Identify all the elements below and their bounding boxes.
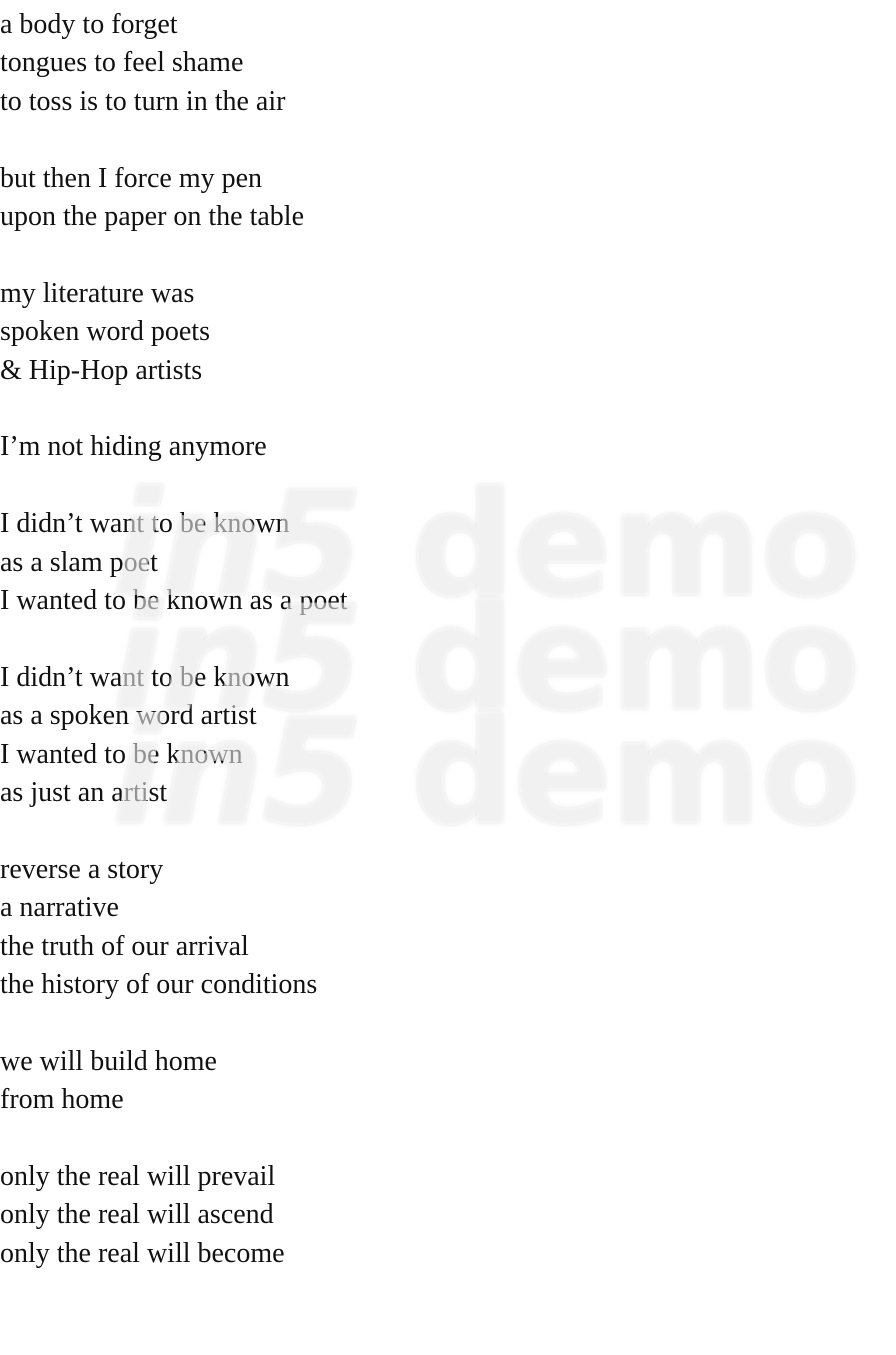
- poem-line: but then I force my pen: [0, 162, 263, 194]
- poem-line: I wanted to be known: [0, 738, 243, 770]
- poem-line: to toss is to turn in the air: [0, 85, 286, 117]
- poem-line: as just an artist: [0, 777, 168, 809]
- poem-line: we will build home: [0, 1045, 217, 1077]
- poem-line: I didn’t want to be known: [0, 508, 290, 540]
- watermark-word: demo: [410, 460, 860, 630]
- poem-line: I didn’t want to be known: [0, 661, 290, 693]
- poem-line: the truth of our arrival: [0, 930, 249, 962]
- poem-line: tongues to feel shame: [0, 47, 244, 79]
- stanza: I didn’t want to be known as a slam poet…: [0, 505, 348, 620]
- poem-line: spoken word poets: [0, 316, 210, 348]
- poem-line: the history of our conditions: [0, 969, 318, 1001]
- poem-line: & Hip-Hop artists: [0, 354, 203, 386]
- poem-line: reverse a story: [0, 853, 164, 885]
- poem-body: a body to forget tongues to feel shame t…: [0, 6, 348, 1273]
- stanza: I’m not hiding anymore: [0, 428, 348, 466]
- poem-line: my literature was: [0, 277, 195, 309]
- stanza: we will build home from home: [0, 1043, 348, 1120]
- poem-line: I’m not hiding anymore: [0, 431, 267, 463]
- poem-line: a body to forget: [0, 9, 178, 40]
- stanza: only the real will prevail only the real…: [0, 1158, 348, 1273]
- poem-line: I wanted to be known as a poet: [0, 585, 348, 617]
- watermark-word: demo: [410, 574, 860, 744]
- poem-line: only the real will ascend: [0, 1199, 274, 1231]
- poem-line: a narrative: [0, 892, 119, 924]
- stanza: reverse a story a narrative the truth of…: [0, 851, 348, 1005]
- poem-line: as a spoken word artist: [0, 700, 257, 732]
- poem-line: from home: [0, 1084, 124, 1116]
- stanza: my literature was spoken word poets & Hi…: [0, 275, 348, 390]
- poem-line: as a slam poet: [0, 546, 158, 578]
- stanza: but then I force my pen upon the paper o…: [0, 160, 348, 237]
- stanza: I didn’t want to be known as a spoken wo…: [0, 659, 348, 813]
- watermark-word: demo: [410, 688, 860, 858]
- poem-line: only the real will prevail: [0, 1161, 276, 1193]
- poem-line: only the real will become: [0, 1237, 285, 1269]
- poem-line: upon the paper on the table: [0, 201, 305, 233]
- stanza: a body to forget tongues to feel shame t…: [0, 6, 348, 121]
